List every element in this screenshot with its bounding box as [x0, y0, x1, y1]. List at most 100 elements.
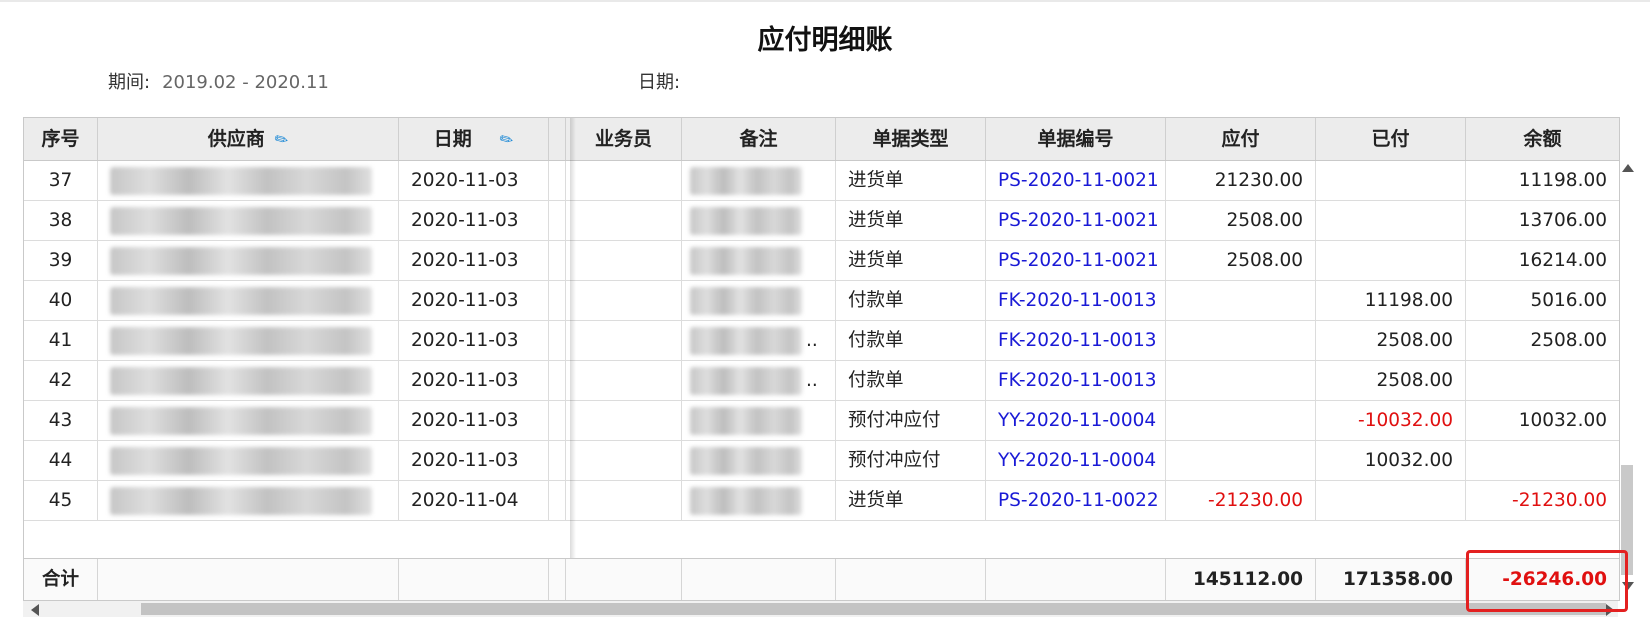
supplier-cell	[98, 241, 399, 280]
scroll-up-icon[interactable]	[1622, 164, 1634, 172]
note-text: ..	[806, 370, 818, 391]
type-cell: 预付冲应付	[836, 441, 986, 480]
balance-cell: 10032.00	[1518, 410, 1607, 431]
gap-cell	[549, 441, 566, 480]
table-row[interactable]: 44 2020-11-03 预付冲应付 YY-2020-11-0004 10032.00	[24, 441, 1619, 481]
redacted-supplier	[110, 327, 372, 355]
footer-cell	[682, 559, 836, 600]
staff-cell	[566, 361, 682, 400]
redacted-note	[690, 247, 802, 275]
staff-cell	[566, 481, 682, 520]
vertical-scroll-thumb[interactable]	[1621, 465, 1633, 575]
note-cell: ..	[682, 361, 836, 400]
col-staff-label: 业务员	[594, 128, 652, 150]
seq-cell: 40	[24, 281, 98, 320]
table-row[interactable]: 43 2020-11-03 预付冲应付 YY-2020-11-0004 -10032.0…	[24, 401, 1619, 441]
payable-cell	[1166, 441, 1316, 480]
footer-cell	[566, 559, 682, 600]
doc-link[interactable]: PS-2020-11-0022	[986, 481, 1166, 520]
note-cell	[682, 241, 836, 280]
payable-cell	[1166, 361, 1316, 400]
doc-link[interactable]: PS-2020-11-0021	[986, 161, 1166, 200]
footer-balance-total: -26246.00	[1502, 569, 1607, 590]
footer-payable-total: 145112.00	[1166, 559, 1316, 600]
seq-cell: 44	[24, 441, 98, 480]
balance-cell: 2508.00	[1530, 330, 1607, 351]
col-date-header[interactable]: 日期 ✎	[399, 118, 549, 160]
date-filter: 日期:	[638, 68, 692, 94]
redacted-supplier	[110, 247, 372, 275]
supplier-cell	[98, 201, 399, 240]
table-row[interactable]: 45 2020-11-04 进货单 PS-2020-11-0022 -21230.00-…	[24, 481, 1619, 521]
table-row[interactable]: 38 2020-11-03 进货单 PS-2020-11-0021 2508.00 137…	[24, 201, 1619, 241]
type-cell: 进货单	[836, 481, 986, 520]
scroll-down-icon[interactable]	[1622, 582, 1634, 590]
col-type-header[interactable]: 单据类型	[836, 118, 986, 160]
redacted-supplier	[110, 287, 372, 315]
doc-link[interactable]: PS-2020-11-0021	[986, 241, 1166, 280]
pin-icon[interactable]: ✎	[265, 118, 298, 161]
doc-link[interactable]: FK-2020-11-0013	[986, 361, 1166, 400]
date-cell: 2020-11-03	[399, 241, 549, 280]
col-note-header[interactable]: 备注	[682, 118, 836, 160]
col-payable-header[interactable]: 应付	[1166, 118, 1316, 160]
table-row[interactable]: 42 2020-11-03.. 付款单 FK-2020-11-0013 2508.00	[24, 361, 1619, 401]
balance-cell	[1466, 361, 1619, 400]
gap-cell	[549, 401, 566, 440]
col-seq-header[interactable]: 序号	[24, 118, 98, 160]
redacted-supplier	[110, 367, 372, 395]
redacted-note	[690, 367, 802, 395]
date-label: 日期:	[638, 72, 681, 93]
grid-body: 37 2020-11-03 进货单 PS-2020-11-0021 21230.00 11…	[24, 161, 1619, 558]
redacted-supplier	[110, 487, 372, 515]
frozen-column-shadow	[570, 118, 576, 600]
doc-link[interactable]: PS-2020-11-0021	[986, 201, 1166, 240]
redacted-note	[690, 447, 802, 475]
supplier-cell	[98, 281, 399, 320]
type-cell: 预付冲应付	[836, 401, 986, 440]
horizontal-scroll-thumb[interactable]	[141, 603, 1606, 615]
page-title: 应付明细账	[757, 25, 893, 56]
redacted-supplier	[110, 207, 372, 235]
col-staff-header[interactable]: 业务员	[566, 118, 682, 160]
payable-cell	[1166, 401, 1316, 440]
gap-cell	[549, 241, 566, 280]
seq-cell: 43	[24, 401, 98, 440]
grid-header: 序号 供应商 ✎ 日期 ✎ 业务员 备注 单据类型 单据编号 应付 已付 余额	[24, 118, 1619, 161]
table-row[interactable]: 37 2020-11-03 进货单 PS-2020-11-0021 21230.00 11…	[24, 161, 1619, 201]
col-type-label: 单据类型	[872, 128, 949, 150]
scroll-left-icon[interactable]	[31, 604, 39, 616]
gap-cell	[549, 481, 566, 520]
period-filter: 期间: 2019.02 - 2020.11	[108, 68, 329, 94]
date-cell: 2020-11-03	[399, 281, 549, 320]
note-cell: ..	[682, 321, 836, 360]
redacted-note	[690, 167, 802, 195]
payable-cell	[1166, 281, 1316, 320]
horizontal-scrollbar[interactable]	[23, 601, 1618, 617]
pin-icon[interactable]: ✎	[490, 118, 523, 161]
col-seq-label: 序号	[41, 128, 80, 150]
footer-cell	[986, 559, 1166, 600]
col-supplier-header[interactable]: 供应商 ✎	[98, 118, 399, 160]
col-doc-header[interactable]: 单据编号	[986, 118, 1166, 160]
vertical-scrollbar[interactable]	[1619, 160, 1635, 600]
doc-link[interactable]: YY-2020-11-0004	[986, 441, 1166, 480]
doc-link[interactable]: YY-2020-11-0004	[986, 401, 1166, 440]
doc-link[interactable]: FK-2020-11-0013	[986, 281, 1166, 320]
table-row[interactable]: 41 2020-11-03.. 付款单 FK-2020-11-0013 2508.00 2…	[24, 321, 1619, 361]
col-payable-label: 应付	[1221, 128, 1260, 150]
footer-cell	[98, 559, 399, 600]
payable-cell	[1166, 321, 1316, 360]
col-balance-header[interactable]: 余额	[1466, 118, 1619, 160]
frozen-gap	[549, 118, 566, 160]
doc-link[interactable]: FK-2020-11-0013	[986, 321, 1166, 360]
seq-cell: 41	[24, 321, 98, 360]
payable-cell: 2508.00	[1166, 241, 1316, 280]
table-row[interactable]: 40 2020-11-03 付款单 FK-2020-11-0013 11198.00 50…	[24, 281, 1619, 321]
col-paid-header[interactable]: 已付	[1316, 118, 1466, 160]
scroll-right-icon[interactable]	[1606, 604, 1614, 616]
paid-cell: 10032.00	[1316, 441, 1466, 480]
table-row[interactable]: 39 2020-11-03 进货单 PS-2020-11-0021 2508.00 162…	[24, 241, 1619, 281]
supplier-cell	[98, 321, 399, 360]
balance-cell: -21230.00	[1512, 490, 1607, 511]
